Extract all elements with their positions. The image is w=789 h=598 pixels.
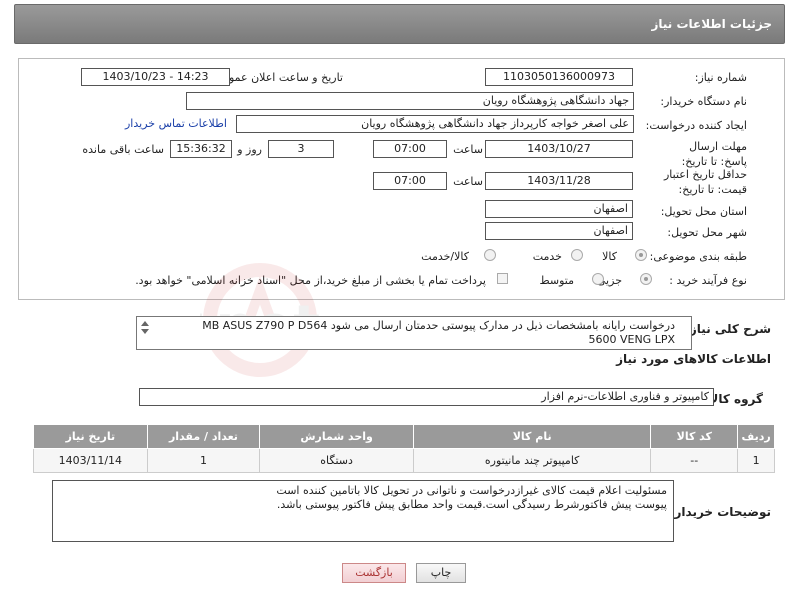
province-label: استان محل تحویل: bbox=[660, 205, 747, 218]
remaining-label: ساعت باقی مانده bbox=[82, 143, 164, 156]
category-service-label: خدمت bbox=[532, 250, 562, 263]
description-line-2: 5600 VENG LPX bbox=[588, 333, 675, 346]
buyer-contact-link[interactable]: اطلاعات تماس خریدار bbox=[125, 117, 227, 130]
deadline-label: مهلت ارسال پاسخ: تا تاریخ: bbox=[681, 140, 747, 168]
category-goods-label: کالا bbox=[602, 250, 617, 263]
page-title: جزئیات اطلاعات نیاز bbox=[651, 17, 772, 31]
buyer-notes-label: توضیحات خریدار: bbox=[669, 505, 771, 519]
creator-field: علی اصغر خواجه کارپرداز جهاد دانشگاهی پژ… bbox=[236, 115, 634, 133]
cell-code: -- bbox=[650, 448, 739, 473]
col-qty: تعداد / مقدار bbox=[146, 424, 261, 449]
process-label: نوع فرآیند خرید : bbox=[669, 274, 747, 287]
city-label: شهر محل تحویل: bbox=[667, 226, 747, 239]
cell-date: 1403/11/14 bbox=[33, 448, 148, 473]
header-bar: جزئیات اطلاعات نیاز bbox=[14, 4, 785, 44]
table-row: 1 -- کامپیوتر چند مانیتوره دستگاه 1 1403… bbox=[33, 448, 775, 473]
process-minor-radio[interactable] bbox=[640, 273, 652, 285]
announce-label: تاریخ و ساعت اعلان عمومی: bbox=[210, 71, 343, 84]
goods-group-field: کامپیوتر و فناوری اطلاعات-نرم افزار bbox=[139, 388, 714, 406]
days-remaining-field: 3 bbox=[268, 140, 334, 158]
validity-label: حداقل تاریخ اعتبار قیمت: تا تاریخ: bbox=[663, 168, 747, 196]
validity-time-label: ساعت bbox=[453, 175, 483, 188]
treasury-payment-checkbox[interactable] bbox=[497, 273, 508, 284]
need-details-page: جزئیات اطلاعات نیاز شماره نیاز: 11030501… bbox=[0, 0, 789, 598]
days-label: روز و bbox=[237, 143, 262, 156]
description-label: شرح کلی نیاز: bbox=[685, 322, 771, 336]
col-unit: واحد شمارش bbox=[259, 424, 414, 449]
buyer-notes-textarea[interactable]: مسئولیت اعلام قیمت کالای غیرازدرخواست و … bbox=[52, 480, 674, 542]
category-service-radio[interactable] bbox=[571, 249, 583, 261]
description-textarea[interactable]: درخواست رایانه بامشخصات ذیل در مدارک پیو… bbox=[136, 316, 692, 350]
category-goods-radio[interactable] bbox=[635, 249, 647, 261]
print-button[interactable]: چاپ bbox=[416, 563, 466, 583]
col-name: نام کالا bbox=[412, 424, 652, 449]
validity-time-field: 07:00 bbox=[373, 172, 447, 190]
cell-unit: دستگاه bbox=[259, 448, 414, 473]
buyer-org-label: نام دستگاه خریدار: bbox=[660, 95, 747, 108]
cell-row: 1 bbox=[737, 448, 775, 473]
city-field: اصفهان bbox=[485, 222, 633, 240]
category-goods-service-radio[interactable] bbox=[484, 249, 496, 261]
cell-name: کامپیوتر چند مانیتوره bbox=[412, 448, 652, 473]
process-medium-radio[interactable] bbox=[592, 273, 604, 285]
category-label: طبقه بندی موضوعی: bbox=[649, 250, 747, 263]
category-goods-service-label: کالا/خدمت bbox=[421, 250, 469, 263]
buyer-org-field: جهاد دانشگاهی پژوهشگاه رویان bbox=[186, 92, 634, 110]
deadline-time-field: 07:00 bbox=[373, 140, 447, 158]
creator-label: ایجاد کننده درخواست: bbox=[645, 119, 747, 132]
deadline-time-label: ساعت bbox=[453, 143, 483, 156]
deadline-date-field: 1403/10/27 bbox=[485, 140, 633, 158]
col-row: ردیف bbox=[737, 424, 775, 449]
buyer-notes-line-2: پیوست پیش فاکتورشرط رسیدگی است.قیمت واحد… bbox=[276, 498, 667, 511]
col-code: کد کالا bbox=[650, 424, 739, 449]
back-button[interactable]: بازگشت bbox=[342, 563, 406, 583]
province-field: اصفهان bbox=[485, 200, 633, 218]
need-number-label: شماره نیاز: bbox=[694, 71, 747, 84]
process-medium-label: متوسط bbox=[539, 274, 574, 287]
description-line-1: درخواست رایانه بامشخصات ذیل در مدارک پیو… bbox=[202, 319, 675, 332]
remaining-time-field: 15:36:32 bbox=[170, 140, 232, 158]
validity-date-field: 1403/11/28 bbox=[485, 172, 633, 190]
scroll-arrows-icon[interactable] bbox=[139, 319, 151, 347]
goods-table-header: ردیف کد کالا نام کالا واحد شمارش تعداد /… bbox=[33, 424, 775, 449]
goods-section-title: اطلاعات کالاهای مورد نیاز bbox=[616, 352, 771, 366]
buyer-notes-line-1: مسئولیت اعلام قیمت کالای غیرازدرخواست و … bbox=[276, 484, 667, 497]
col-date: تاریخ نیاز bbox=[33, 424, 148, 449]
need-number-field: 1103050136000973 bbox=[485, 68, 633, 86]
goods-table: ردیف کد کالا نام کالا واحد شمارش تعداد /… bbox=[33, 424, 775, 473]
cell-qty: 1 bbox=[146, 448, 261, 473]
treasury-payment-note: پرداخت تمام یا بخشی از مبلغ خرید،از محل … bbox=[135, 274, 486, 287]
announce-datetime-field: 1403/10/23 - 14:23 bbox=[81, 68, 230, 86]
